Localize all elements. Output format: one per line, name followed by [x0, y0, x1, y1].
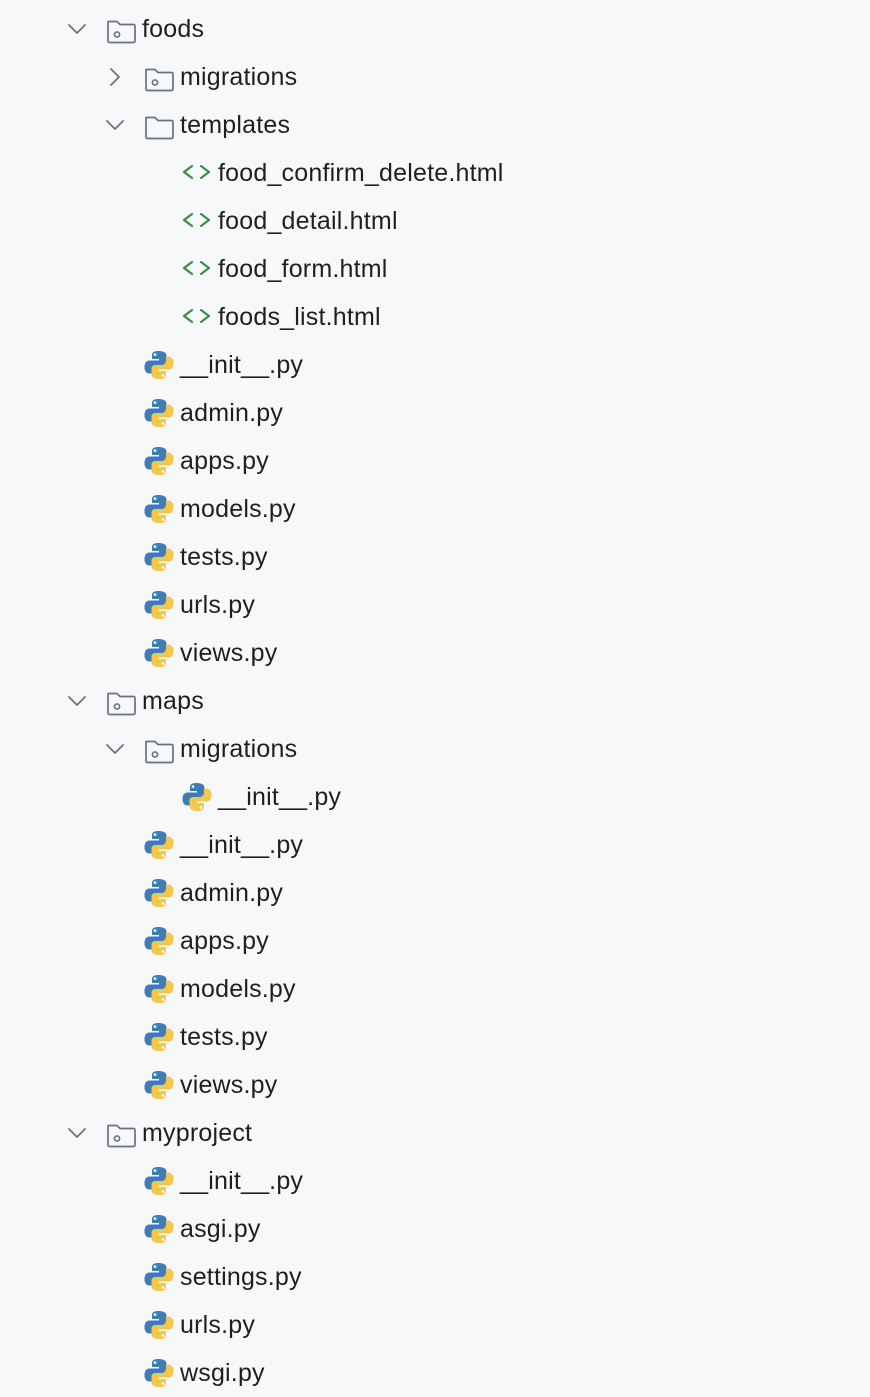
tree-item-myproject[interactable]: myproject — [0, 1109, 870, 1157]
python-file-icon — [143, 437, 175, 485]
tree-item-label: apps.py — [180, 927, 269, 955]
tree-item-settings-py[interactable]: settings.py — [0, 1253, 870, 1301]
html-file-icon — [181, 197, 213, 245]
package-folder-icon — [105, 1109, 137, 1157]
python-file-icon — [143, 485, 175, 533]
tree-item-apps-py[interactable]: apps.py — [0, 437, 870, 485]
tree-item-label: asgi.py — [180, 1215, 261, 1243]
tree-item-templates[interactable]: templates — [0, 101, 870, 149]
tree-item-views-py[interactable]: views.py — [0, 629, 870, 677]
tree-item-foods[interactable]: foods — [0, 5, 870, 53]
chevron-down-icon[interactable] — [66, 1109, 88, 1157]
tree-item-label: wsgi.py — [180, 1359, 265, 1387]
python-file-icon — [143, 581, 175, 629]
python-file-icon — [143, 341, 175, 389]
python-file-icon — [143, 1013, 175, 1061]
tree-item-label: urls.py — [180, 591, 256, 619]
tree-item-label: tests.py — [180, 543, 268, 571]
html-file-icon — [181, 149, 213, 197]
html-file-icon — [181, 293, 213, 341]
python-file-icon — [143, 1061, 175, 1109]
python-file-icon — [143, 821, 175, 869]
tree-item-foods-list-html[interactable]: foods_list.html — [0, 293, 870, 341]
tree-item-food-form-html[interactable]: food_form.html — [0, 245, 870, 293]
tree-item-label: settings.py — [180, 1263, 302, 1291]
python-file-icon — [143, 389, 175, 437]
tree-item-urls-py[interactable]: urls.py — [0, 1301, 870, 1349]
tree-item-label: maps — [142, 687, 204, 715]
tree-item-init-py[interactable]: __init__.py — [0, 1157, 870, 1205]
tree-item-asgi-py[interactable]: asgi.py — [0, 1205, 870, 1253]
tree-item-admin-py[interactable]: admin.py — [0, 389, 870, 437]
chevron-down-icon[interactable] — [104, 101, 126, 149]
tree-item-migrations[interactable]: migrations — [0, 725, 870, 773]
tree-item-food-detail-html[interactable]: food_detail.html — [0, 197, 870, 245]
tree-item-label: myproject — [142, 1119, 253, 1147]
tree-item-label: __init__.py — [218, 783, 342, 811]
python-file-icon — [143, 1349, 175, 1397]
tree-item-urls-py[interactable]: urls.py — [0, 581, 870, 629]
tree-item-init-py[interactable]: __init__.py — [0, 341, 870, 389]
project-file-tree: foods migrations templates food_confirm_del… — [0, 0, 870, 1396]
python-file-icon — [143, 1253, 175, 1301]
tree-item-label: migrations — [180, 735, 298, 763]
python-file-icon — [143, 533, 175, 581]
tree-item-label: views.py — [180, 1071, 278, 1099]
tree-item-init-py[interactable]: __init__.py — [0, 821, 870, 869]
tree-item-admin-py[interactable]: admin.py — [0, 869, 870, 917]
tree-item-food-confirm-delete-html[interactable]: food_confirm_delete.html — [0, 149, 870, 197]
python-file-icon — [143, 1205, 175, 1253]
python-file-icon — [143, 917, 175, 965]
tree-item-wsgi-py[interactable]: wsgi.py — [0, 1349, 870, 1397]
tree-item-label: views.py — [180, 639, 278, 667]
chevron-down-icon[interactable] — [104, 725, 126, 773]
tree-item-maps[interactable]: maps — [0, 677, 870, 725]
tree-item-label: admin.py — [180, 879, 284, 907]
tree-item-label: food_detail.html — [218, 207, 398, 235]
package-folder-icon — [105, 5, 137, 53]
folder-icon — [143, 101, 175, 149]
python-file-icon — [143, 965, 175, 1013]
tree-item-label: templates — [180, 111, 291, 139]
tree-item-label: __init__.py — [180, 1167, 304, 1195]
tree-item-label: models.py — [180, 975, 296, 1003]
tree-item-migrations[interactable]: migrations — [0, 53, 870, 101]
tree-item-label: admin.py — [180, 399, 284, 427]
tree-item-label: apps.py — [180, 447, 269, 475]
chevron-down-icon[interactable] — [66, 5, 88, 53]
tree-item-tests-py[interactable]: tests.py — [0, 533, 870, 581]
python-file-icon — [143, 1301, 175, 1349]
tree-item-label: __init__.py — [180, 351, 304, 379]
package-folder-icon — [143, 725, 175, 773]
tree-item-apps-py[interactable]: apps.py — [0, 917, 870, 965]
package-folder-icon — [143, 53, 175, 101]
tree-item-label: tests.py — [180, 1023, 268, 1051]
tree-item-label: foods — [142, 15, 205, 43]
python-file-icon — [143, 1157, 175, 1205]
python-file-icon — [143, 869, 175, 917]
tree-item-models-py[interactable]: models.py — [0, 965, 870, 1013]
tree-item-label: models.py — [180, 495, 296, 523]
tree-item-models-py[interactable]: models.py — [0, 485, 870, 533]
chevron-right-icon[interactable] — [104, 53, 126, 101]
python-file-icon — [143, 629, 175, 677]
package-folder-icon — [105, 677, 137, 725]
tree-item-label: food_confirm_delete.html — [218, 159, 504, 187]
tree-item-init-py[interactable]: __init__.py — [0, 773, 870, 821]
html-file-icon — [181, 245, 213, 293]
tree-item-label: migrations — [180, 63, 298, 91]
tree-item-tests-py[interactable]: tests.py — [0, 1013, 870, 1061]
tree-item-label: food_form.html — [218, 255, 388, 283]
chevron-down-icon[interactable] — [66, 677, 88, 725]
tree-item-label: urls.py — [180, 1311, 256, 1339]
tree-item-label: foods_list.html — [218, 303, 381, 331]
tree-item-views-py[interactable]: views.py — [0, 1061, 870, 1109]
tree-item-label: __init__.py — [180, 831, 304, 859]
python-file-icon — [181, 773, 213, 821]
